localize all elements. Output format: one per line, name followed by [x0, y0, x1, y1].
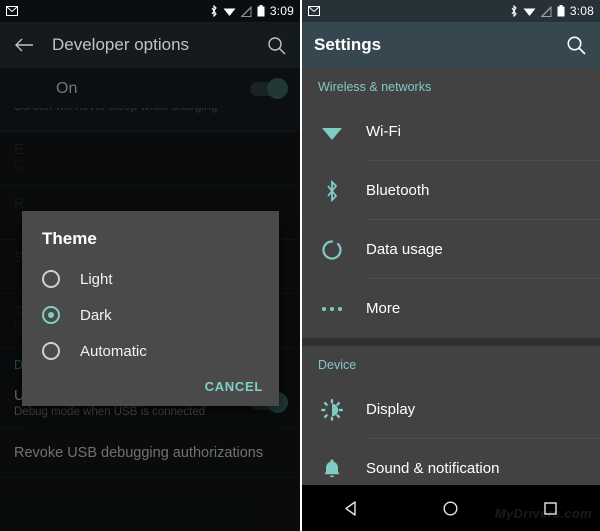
left-status-bar: 3:09	[0, 0, 300, 22]
right-status-bar: 3:08	[302, 0, 600, 22]
theme-option-dark[interactable]: Dark	[22, 297, 279, 333]
bluetooth-icon	[318, 179, 346, 202]
radio-icon[interactable]	[42, 342, 60, 360]
settings-item-data-usage[interactable]: Data usage	[302, 220, 600, 279]
settings-item-more-label: More	[366, 300, 401, 317]
bell-icon	[318, 458, 346, 480]
status-notification-icons	[6, 6, 18, 16]
theme-dialog: Theme Light Dark Automatic CANCEL	[22, 211, 279, 406]
back-arrow-icon[interactable]	[12, 33, 36, 57]
right-navigation-bar: MyDrivers.com	[302, 485, 600, 531]
home-circle-icon[interactable]	[434, 491, 468, 525]
wifi-icon	[223, 6, 236, 17]
settings-item-wifi-label: Wi-Fi	[366, 122, 401, 140]
settings-item-display-label: Display	[366, 400, 416, 418]
right-phone-screen: 3:08 Settings Wireless & networks Wi-Fi	[300, 0, 600, 531]
cellular-off-icon	[540, 5, 552, 17]
status-notification-icons	[308, 6, 320, 16]
page-title: Developer options	[52, 35, 190, 54]
gmail-icon	[308, 6, 320, 16]
wifi-icon	[523, 6, 536, 17]
right-app-bar: Settings	[302, 22, 600, 68]
developer-options-list: On Screen will never sleep while chargin…	[0, 68, 300, 531]
settings-item-bluetooth[interactable]: Bluetooth	[302, 161, 600, 220]
theme-dialog-actions: CANCEL	[22, 369, 279, 402]
section-header-device: Device	[318, 358, 357, 372]
status-system-icons: 3:08	[510, 4, 594, 18]
status-system-icons: 3:09	[210, 4, 294, 18]
left-phone-screen: 3:09 Developer options On Screen will ne…	[0, 0, 300, 531]
settings-item-display[interactable]: Display	[302, 380, 600, 439]
brightness-icon	[318, 398, 346, 421]
battery-icon	[257, 5, 265, 17]
settings-list: Wireless & networks Wi-Fi Bluetooth Data…	[302, 68, 600, 485]
theme-dialog-title: Theme	[42, 229, 97, 248]
settings-item-sound-label: Sound & notification	[366, 460, 500, 477]
status-time: 3:09	[269, 4, 294, 18]
settings-item-bluetooth-label: Bluetooth	[366, 181, 430, 199]
theme-option-automatic[interactable]: Automatic	[22, 333, 279, 369]
battery-icon	[557, 5, 565, 17]
back-triangle-icon[interactable]	[335, 491, 369, 525]
more-dots-icon	[318, 306, 346, 312]
cellular-off-icon	[240, 5, 252, 17]
theme-option-light-label: Light	[80, 270, 113, 288]
cancel-button[interactable]: CANCEL	[205, 379, 263, 394]
search-icon[interactable]	[264, 33, 288, 57]
data-usage-icon	[318, 239, 346, 261]
bluetooth-icon	[510, 4, 518, 18]
status-time: 3:08	[569, 4, 594, 18]
theme-option-light[interactable]: Light	[22, 261, 279, 297]
theme-option-automatic-label: Automatic	[80, 342, 147, 360]
section-divider	[302, 338, 600, 346]
page-title: Settings	[314, 35, 382, 54]
radio-selected-icon[interactable]	[42, 306, 60, 324]
screenshot-root: 3:09 Developer options On Screen will ne…	[0, 0, 600, 531]
settings-item-sound-notification[interactable]: Sound & notification	[302, 439, 600, 485]
search-icon[interactable]	[564, 33, 588, 57]
section-header-wireless: Wireless & networks	[318, 80, 432, 94]
settings-item-more[interactable]: More	[302, 279, 600, 338]
gmail-icon	[6, 6, 18, 16]
settings-item-wifi[interactable]: Wi-Fi	[302, 102, 600, 161]
wifi-icon	[318, 123, 346, 141]
radio-icon[interactable]	[42, 270, 60, 288]
left-app-bar: Developer options	[0, 22, 300, 68]
recents-square-icon[interactable]	[533, 491, 567, 525]
theme-option-dark-label: Dark	[80, 306, 112, 324]
settings-item-data-usage-label: Data usage	[366, 240, 443, 258]
bluetooth-icon	[210, 4, 218, 18]
